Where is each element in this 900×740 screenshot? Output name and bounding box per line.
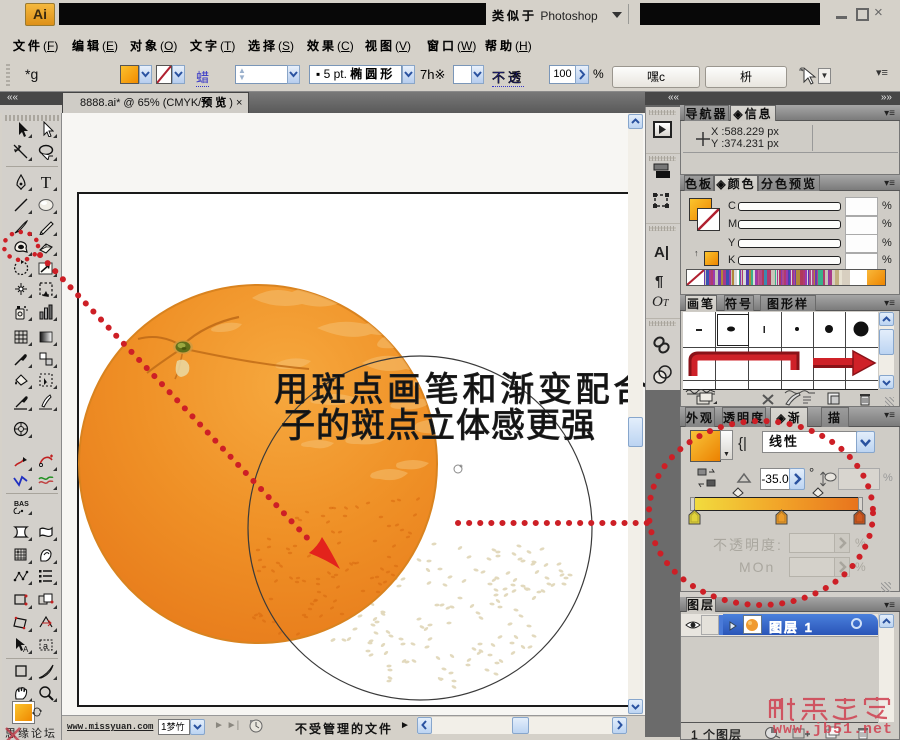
svg-text:BASE: BASE: [14, 501, 29, 508]
svg-text:T: T: [41, 174, 52, 190]
svg-text:a: a: [43, 641, 48, 651]
